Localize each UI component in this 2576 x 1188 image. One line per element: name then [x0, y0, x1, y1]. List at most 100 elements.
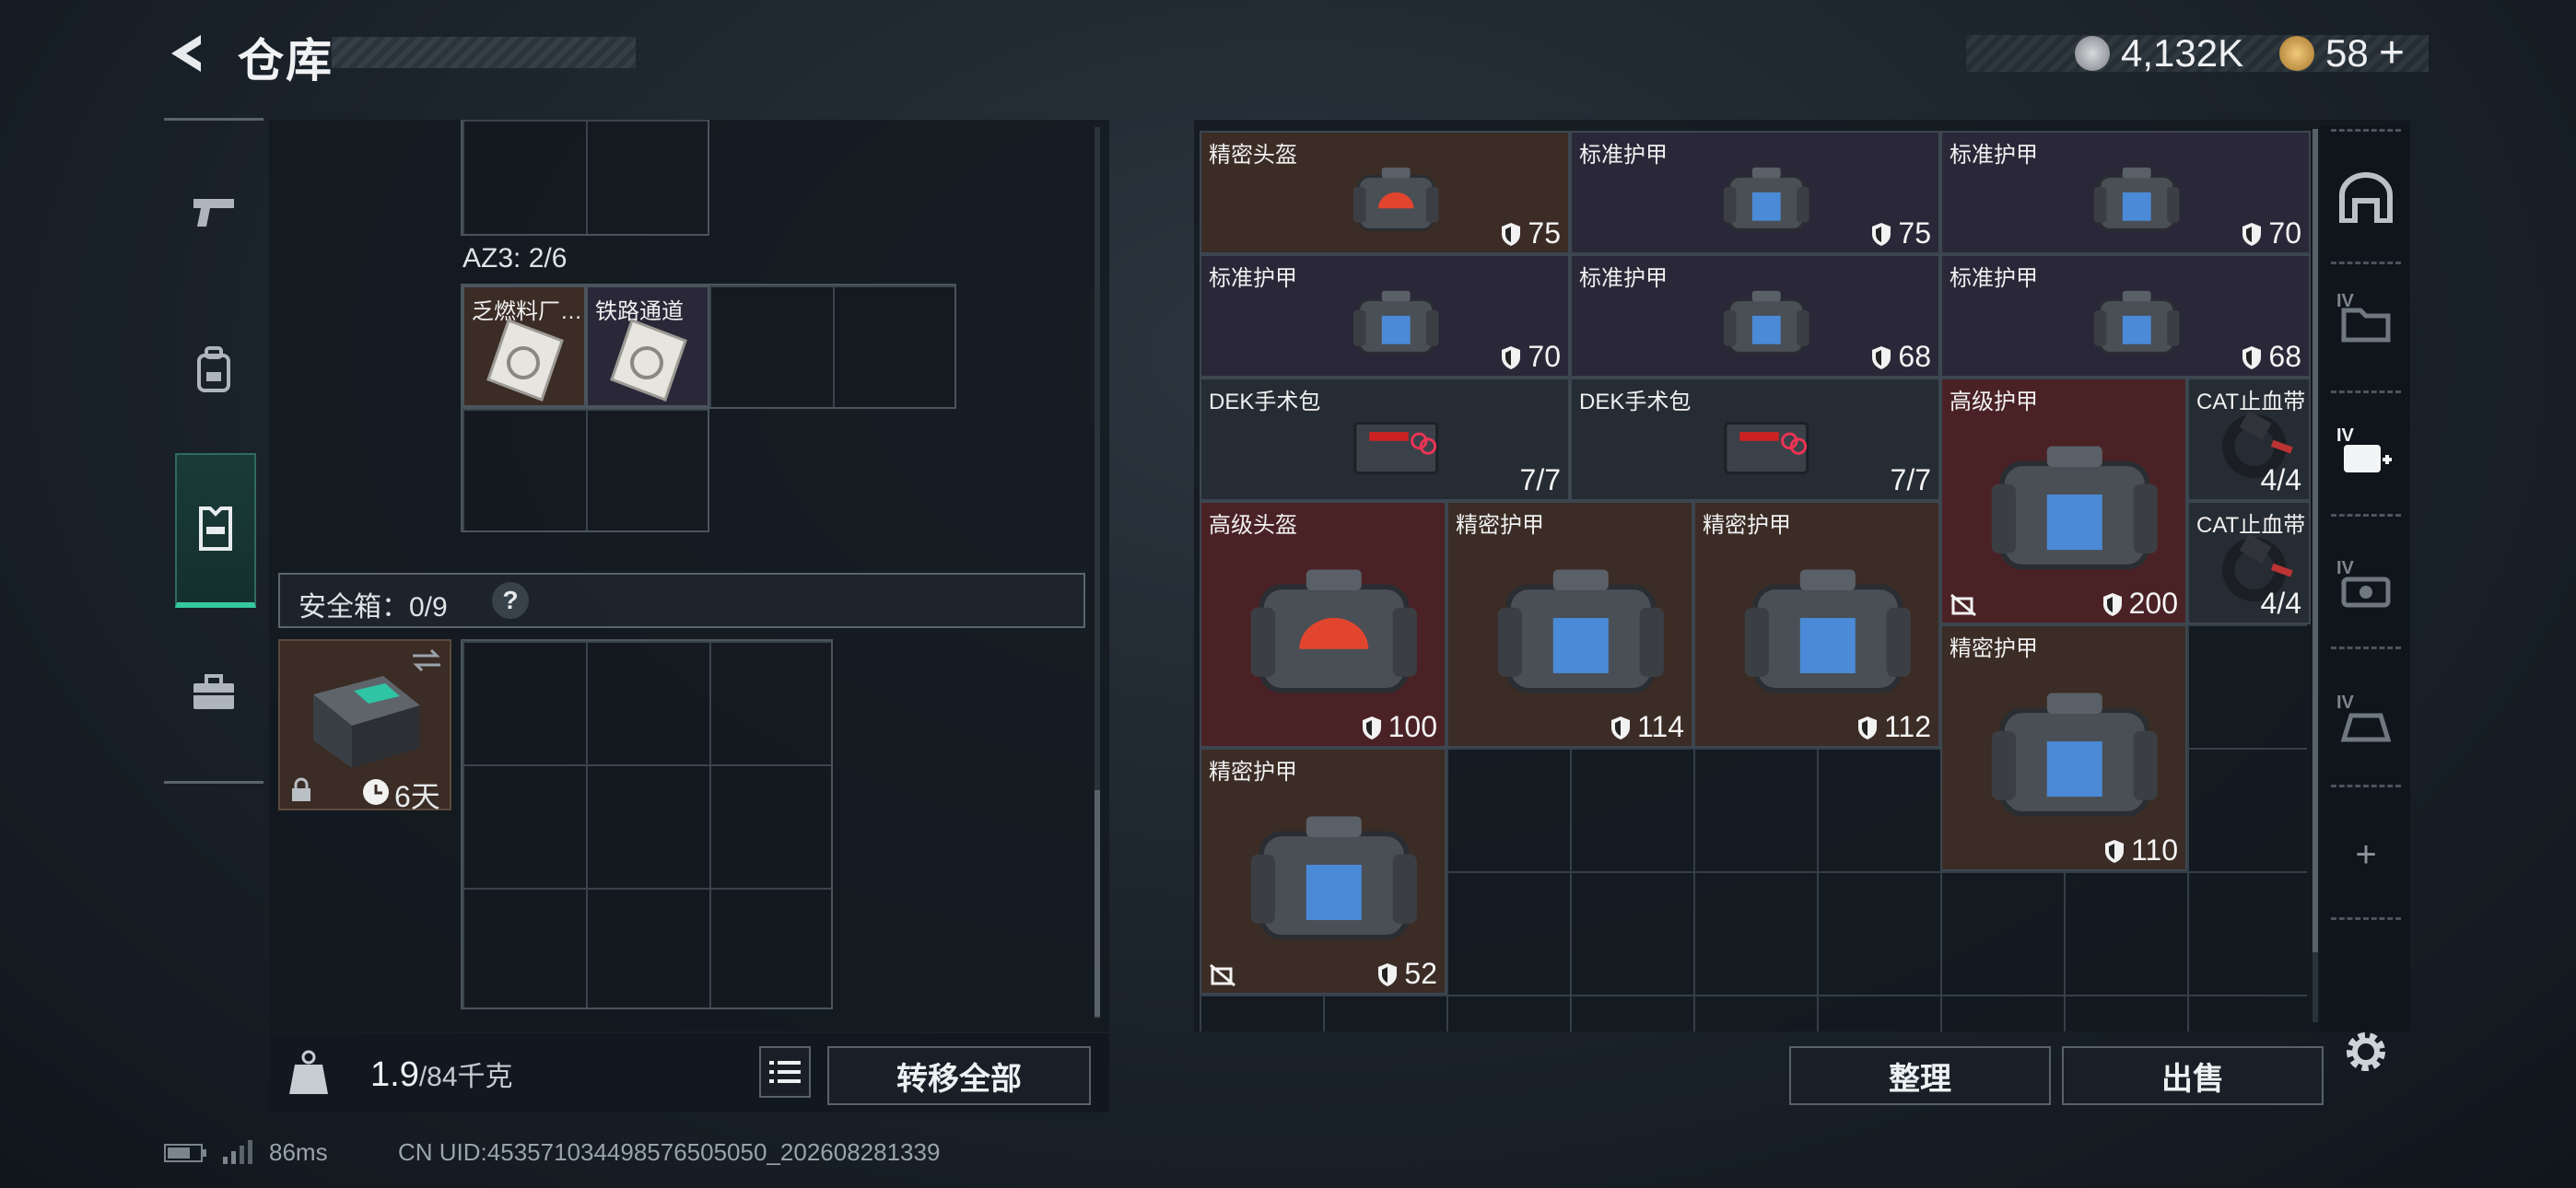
item-name: 标准护甲	[1950, 266, 2038, 291]
item-name: DEK手术包	[1579, 390, 1692, 414]
tab-divider	[2331, 785, 2401, 787]
stash-item[interactable]: 高级护甲 200	[1940, 378, 2187, 624]
keycard-icon	[610, 319, 687, 402]
item-name: 高级护甲	[1950, 390, 2038, 414]
item-name: 高级头盔	[1209, 513, 1297, 538]
item-value: 75	[1528, 216, 1561, 250]
armor-vest-icon	[1497, 569, 1665, 693]
item-name: 精密护甲	[1950, 636, 2038, 661]
stash-item[interactable]: DEK手术包 7/7	[1570, 378, 1940, 501]
item-value: 112	[1883, 710, 1931, 743]
tab-stash-4[interactable]: IV	[2336, 693, 2395, 751]
currency-silver: 4,132K	[2121, 31, 2244, 75]
item-value: 75	[1898, 216, 1931, 250]
helmet-bag-icon	[1352, 168, 1439, 232]
sell-button[interactable]: 出售	[2062, 1046, 2324, 1105]
item-name: 标准护甲	[1579, 266, 1668, 291]
item-durability: 4/4	[2261, 463, 2301, 497]
tab-stash-2[interactable]: IV	[2336, 425, 2395, 484]
nav-vest[interactable]	[175, 453, 256, 608]
keycard-icon	[486, 319, 564, 402]
add-currency-button[interactable]: +	[2379, 28, 2405, 78]
lock-icon	[292, 777, 310, 801]
battery-icon	[164, 1144, 206, 1162]
armor-vest-icon	[1723, 291, 1809, 355]
stash-item[interactable]: CAT止血带 4/4	[2187, 378, 2311, 501]
tab-stash-3[interactable]: IV	[2336, 558, 2395, 617]
help-icon[interactable]: ?	[492, 582, 529, 619]
shield-icon	[1857, 716, 1877, 740]
list-view-button[interactable]	[759, 1046, 811, 1098]
item-durability: 68	[1870, 340, 1931, 374]
item-value: 7/7	[1519, 463, 1561, 496]
surgical-kit-icon	[1724, 422, 1809, 475]
item-slot[interactable]: 乏燃料厂…	[463, 285, 586, 407]
item-value: 100	[1388, 710, 1437, 743]
item-durability: 110	[2103, 833, 2178, 868]
tab-level-label: IV	[2336, 558, 2354, 578]
item-name: 精密护甲	[1703, 513, 1791, 538]
tab-divider	[2331, 262, 2401, 264]
item-durability: 75	[1500, 216, 1561, 250]
stash-item[interactable]: DEK手术包 7/7	[1200, 378, 1570, 501]
stash-item[interactable]: 精密护甲 114	[1446, 501, 1693, 748]
tab-level-label: IV	[2336, 693, 2354, 713]
item-durability: 7/7	[1891, 463, 1931, 497]
stash-item[interactable]: 标准护甲 75	[1570, 131, 1940, 254]
weight-capacity: /84千克	[418, 1062, 513, 1092]
stash-item[interactable]: 标准护甲 70	[1200, 254, 1570, 378]
add-stash-tab-button[interactable]: +	[2336, 825, 2395, 884]
armor-vest-icon	[1723, 168, 1809, 232]
shield-icon	[2102, 592, 2122, 616]
stash-item[interactable]: 标准护甲 68	[1940, 254, 2311, 378]
shield-icon	[1362, 716, 1381, 740]
safebox-timer: 6天	[394, 780, 440, 813]
item-name: 精密护甲	[1209, 760, 1297, 785]
safebox-bar: 安全箱：0/9 ?	[278, 573, 1085, 628]
stash-item[interactable]: 高级头盔 100	[1200, 501, 1446, 748]
item-value: 114	[1636, 710, 1684, 743]
safebox-item[interactable]: 6天	[278, 639, 451, 813]
settings-button[interactable]	[2336, 1022, 2395, 1081]
ping-readout: 86ms	[269, 1138, 328, 1166]
sort-button[interactable]: 整理	[1789, 1046, 2051, 1105]
stash-item[interactable]: 精密护甲 52	[1200, 748, 1446, 995]
transfer-all-button[interactable]: 转移全部	[827, 1046, 1091, 1105]
armor-vest-icon	[2093, 291, 2180, 355]
tab-stash-main[interactable]	[2336, 168, 2395, 227]
item-value: 68	[1898, 340, 1931, 373]
item-durability: 4/4	[2261, 587, 2301, 621]
left-scrollbar-thumb[interactable]	[1095, 790, 1100, 1017]
stash-item[interactable]: 精密护甲 112	[1693, 501, 1940, 748]
nav-toolbox[interactable]	[175, 619, 252, 766]
clock-icon	[363, 779, 389, 805]
nav-weapons[interactable]	[175, 138, 252, 285]
silver-coin-icon	[2075, 36, 2110, 71]
gear-icon	[2347, 1032, 2385, 1071]
shield-icon	[1610, 716, 1630, 740]
back-button[interactable]	[164, 31, 208, 76]
tab-stash-1[interactable]: IV	[2336, 291, 2395, 350]
user-uid: CN UID:453571034498576505050_20260828133…	[398, 1138, 941, 1166]
list-icon	[769, 1061, 801, 1083]
safebox-label: 安全箱：0/9	[299, 592, 448, 623]
item-slot[interactable]: 铁路通道	[586, 285, 709, 407]
armor-vest-icon	[2093, 168, 2180, 232]
damaged-icon	[1210, 963, 1235, 987]
stash-item[interactable]: CAT止血带 4/4	[2187, 501, 2311, 624]
stash-item[interactable]: 标准护甲 68	[1570, 254, 1940, 378]
az3-grid-lower	[461, 407, 709, 532]
stash-item[interactable]: 标准护甲 70	[1940, 131, 2311, 254]
tab-level-label: IV	[2336, 425, 2354, 446]
stash-item[interactable]: 精密护甲 110	[1940, 624, 2187, 871]
shield-icon	[2242, 345, 2262, 369]
nav-backpack[interactable]	[175, 297, 252, 444]
item-durability: 70	[2241, 216, 2301, 250]
right-scrollbar-thumb[interactable]	[2313, 129, 2318, 952]
armor-vest-icon	[1352, 291, 1439, 355]
item-durability: 68	[2241, 340, 2301, 374]
pistol-icon	[193, 199, 234, 227]
stash-item[interactable]: 精密头盔 75	[1200, 131, 1570, 254]
armor-vest-icon	[1744, 569, 1912, 693]
backpack-icon	[197, 346, 230, 392]
